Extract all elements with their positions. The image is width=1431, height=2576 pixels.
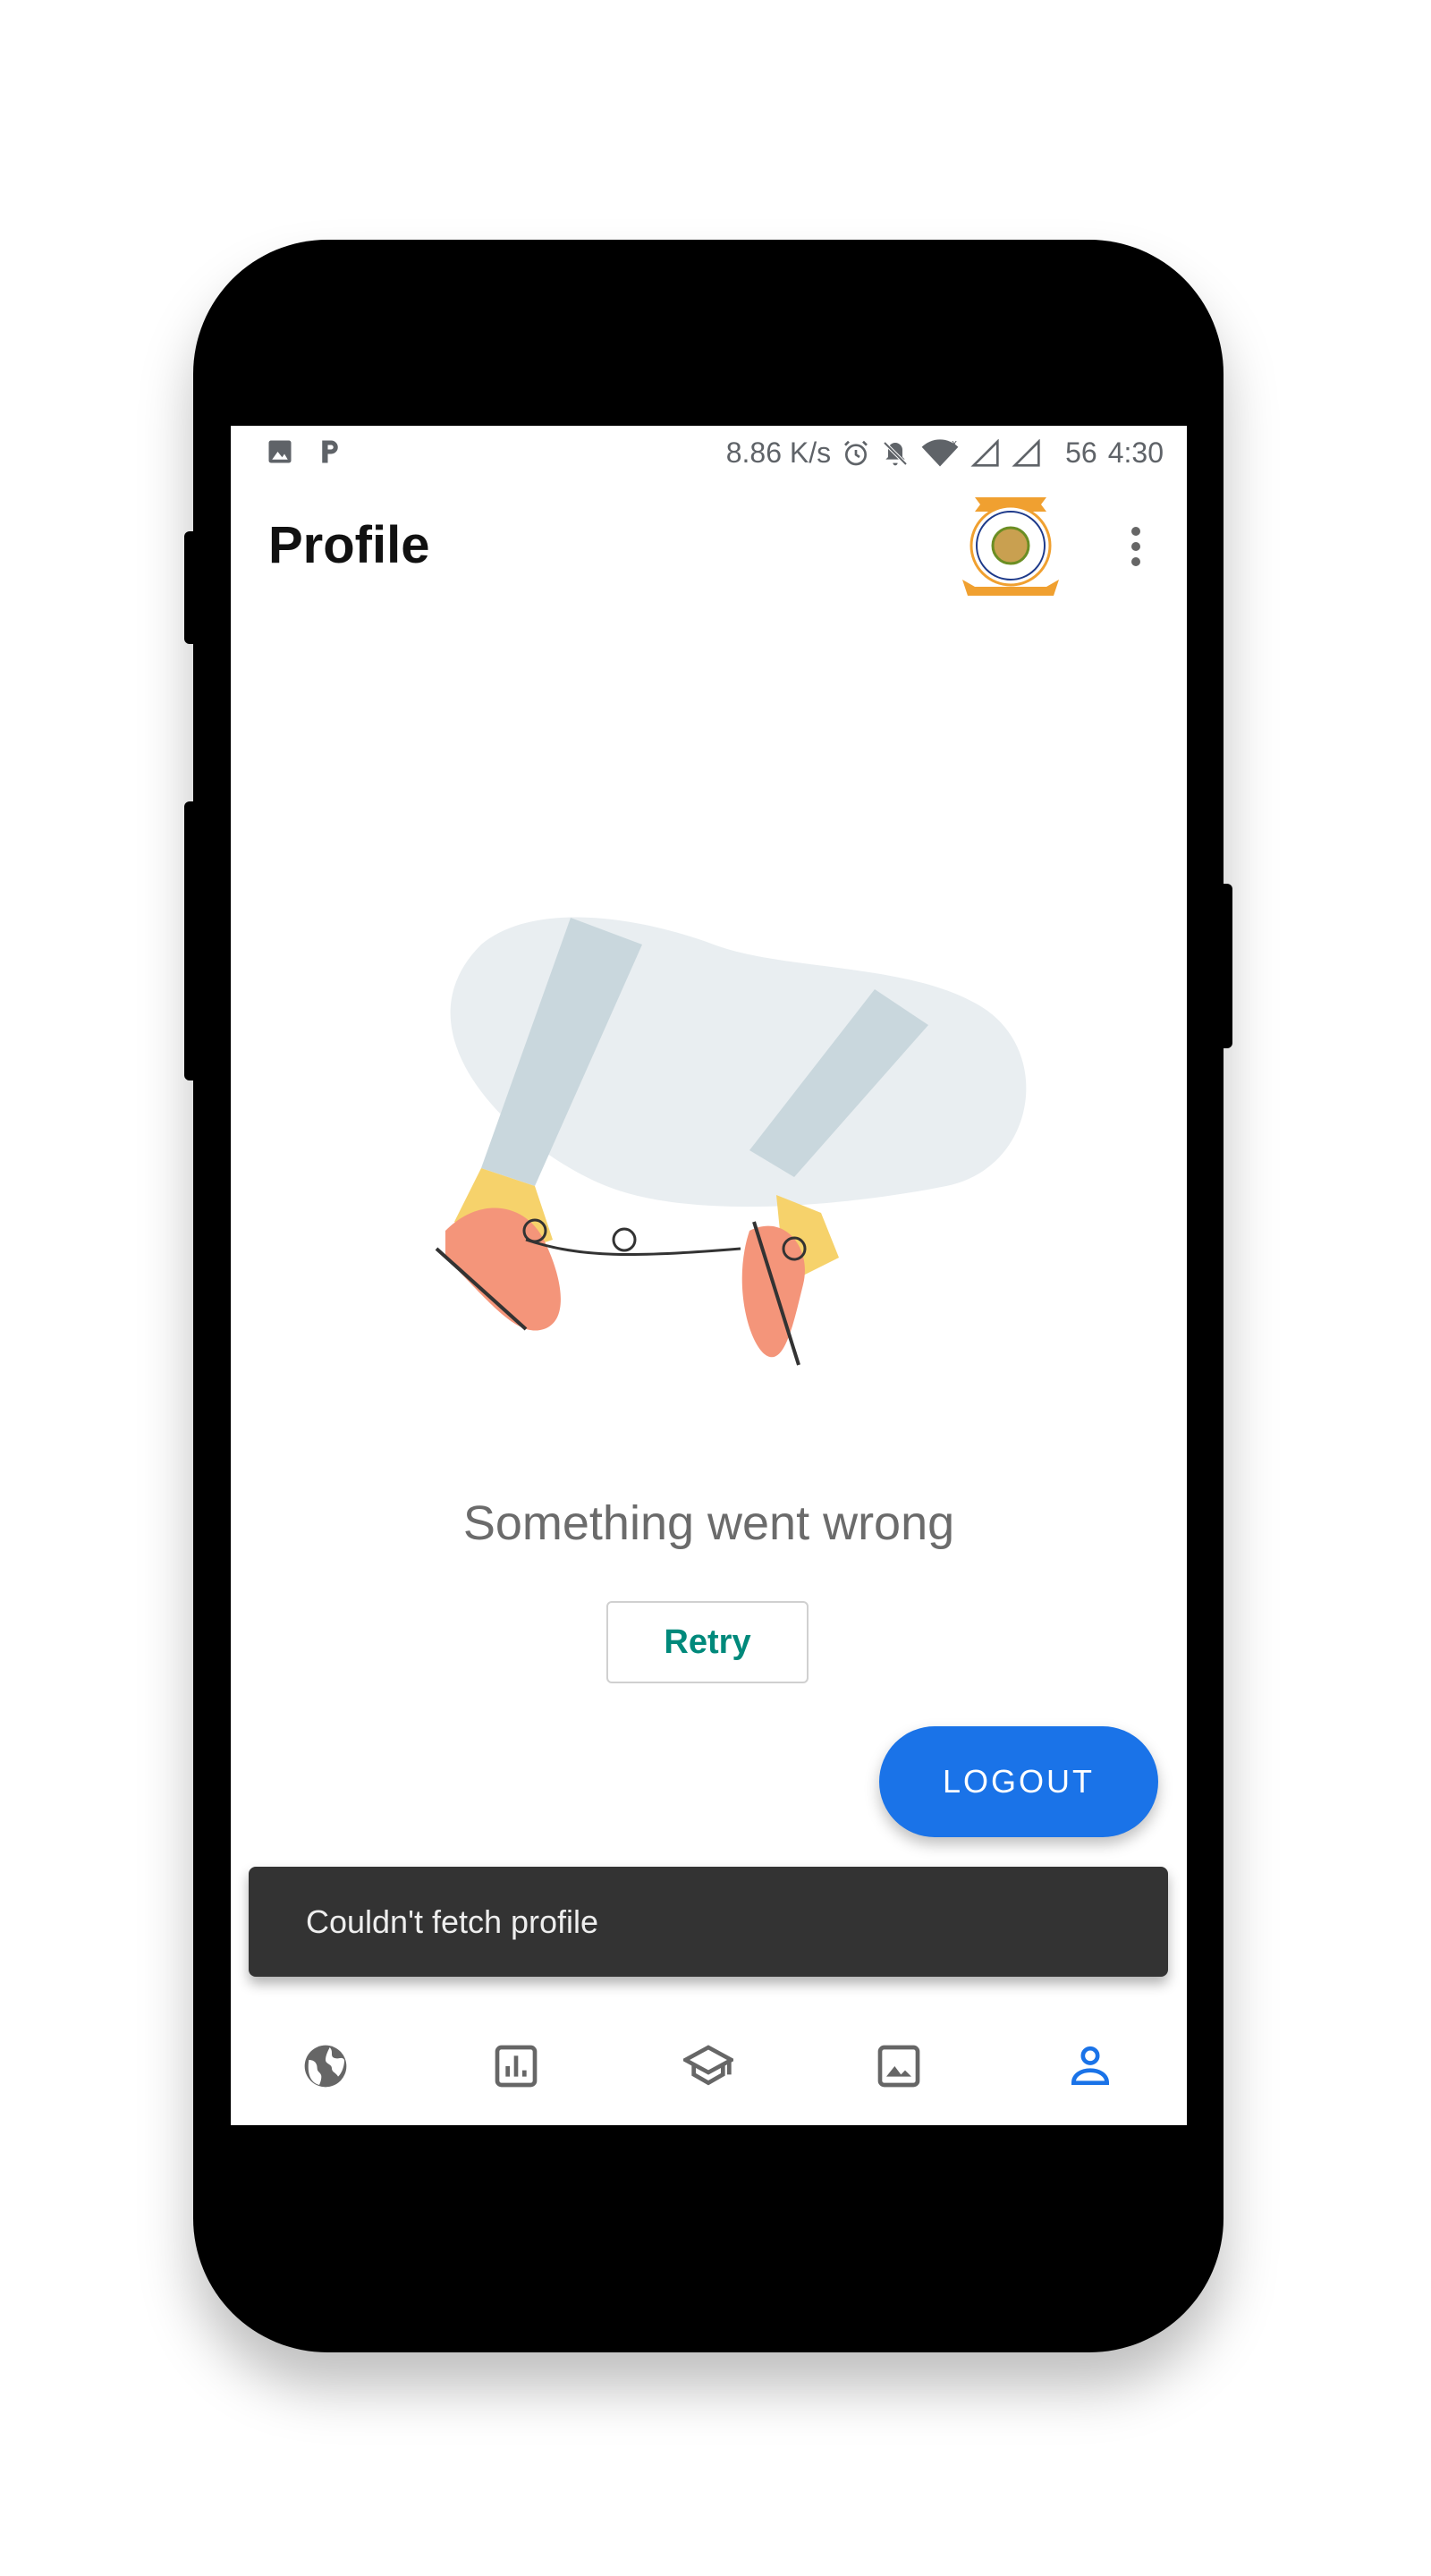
image-icon: [268, 440, 292, 463]
signal-icon: [1012, 438, 1040, 467]
network-speed: 8.86 K/s: [725, 436, 832, 469]
more-vert-icon[interactable]: [1125, 524, 1147, 569]
status-bar: 8.86 K/s x 56 4:30: [231, 426, 1187, 483]
alarm-icon: [844, 440, 868, 465]
snackbar: Couldn't fetch profile: [249, 1867, 1168, 1977]
snackbar-text: Couldn't fetch profile: [306, 1902, 599, 1940]
page-title: Profile: [268, 516, 430, 574]
phone-side-button: [184, 801, 197, 1080]
college-logo: [962, 497, 1059, 596]
svg-text:x: x: [952, 439, 957, 450]
retry-button[interactable]: Retry: [606, 1601, 809, 1683]
logout-button[interactable]: LOGOUT: [879, 1726, 1158, 1837]
bar-chart-icon[interactable]: [491, 2041, 541, 2091]
bottom-nav: [231, 2000, 1187, 2125]
bell-off-icon: [883, 441, 908, 465]
wifi-icon: x: [921, 439, 959, 467]
phone-side-button: [1220, 884, 1232, 1048]
app-screen: 8.86 K/s x 56 4:30 Profile Something wen…: [231, 426, 1187, 2125]
p-icon: [322, 440, 338, 463]
image-icon[interactable]: [874, 2041, 924, 2091]
error-message: Something went wrong: [462, 1496, 955, 1550]
globe-icon[interactable]: [301, 2041, 351, 2091]
school-icon[interactable]: [683, 2041, 733, 2091]
error-illustration: [435, 917, 1027, 1366]
battery-level: 56: [1065, 436, 1097, 469]
signal-icon: [970, 438, 999, 467]
person-icon[interactable]: [1065, 2041, 1115, 2091]
clock: 4:30: [1107, 436, 1164, 469]
phone-side-button: [184, 531, 197, 644]
